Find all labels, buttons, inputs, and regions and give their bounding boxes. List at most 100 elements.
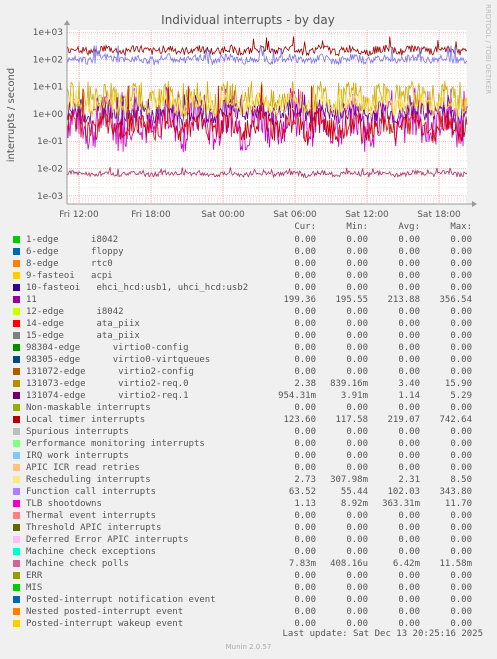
legend-label: Deferred Error APIC interrupts [26, 535, 189, 545]
legend-min-value: 0.00 [346, 331, 368, 341]
legend-cur-value: 0.00 [294, 451, 316, 461]
legend-max-value: 0.00 [450, 463, 472, 473]
legend-header-avg: Avg: [398, 222, 420, 232]
legend-label: Thermal event interrupts [26, 511, 157, 521]
legend-avg-value: 0.00 [398, 247, 420, 257]
legend-row: Deferred Error APIC interrupts 0.00 0.00 0.… [0, 534, 497, 546]
legend-cur-value: 0.00 [294, 343, 316, 353]
legend-label: Nested posted-interrupt event [26, 607, 184, 617]
legend-cur-value: 7.83m [288, 559, 316, 569]
legend-min-value: 0.00 [346, 271, 368, 281]
legend-cur-value: 0.00 [294, 571, 316, 581]
legend-label: Spurious interrupts [26, 427, 129, 437]
legend-label: 15-edge ata_piix [26, 331, 140, 341]
legend-cur-value: 63.52 [288, 487, 316, 497]
x-tick-label: Sat 18:00 [417, 210, 461, 220]
x-tick-label: Sat 00:00 [201, 210, 245, 220]
legend-avg-value: 2.31 [398, 475, 420, 485]
legend-row: 12-edge i8042 0.00 0.00 0.00 0.00 [0, 306, 497, 318]
legend-swatch [13, 500, 20, 507]
legend-row: Posted-interrupt notification event 0.00 0… [0, 594, 497, 606]
legend-swatch [13, 608, 20, 615]
legend-avg-value: 0.00 [398, 571, 420, 581]
legend-max-value: 15.90 [444, 379, 472, 389]
legend-swatch [13, 272, 20, 279]
legend-swatch [13, 296, 20, 303]
legend-min-value: 0.00 [346, 523, 368, 533]
legend-max-value: 0.00 [450, 235, 472, 245]
legend-min-value: 408.16u [330, 559, 368, 569]
legend-max-value: 0.00 [450, 307, 472, 317]
legend-label: Local timer interrupts [26, 415, 146, 425]
legend-max-value: 0.00 [450, 535, 472, 545]
legend-row: MIS 0.00 0.00 0.00 0.00 [0, 582, 497, 594]
legend-avg-value: 0.00 [398, 463, 420, 473]
legend-label: Posted-interrupt notification event [26, 595, 216, 605]
legend-swatch [13, 404, 20, 411]
legend-swatch [13, 524, 20, 531]
legend-swatch [13, 344, 20, 351]
legend-avg-value: 219.07 [387, 415, 420, 425]
legend-row: 131072-edge virtio2-config 0.00 0.00 0.00 0.… [0, 366, 497, 378]
legend-max-value: 0.00 [450, 571, 472, 581]
legend-label: 131073-edge virtio2-req.0 [26, 379, 189, 389]
legend-cur-value: 0.00 [294, 547, 316, 557]
legend-avg-value: 0.00 [398, 511, 420, 521]
legend-avg-value: 0.00 [398, 427, 420, 437]
legend-label: IRQ work interrupts [26, 451, 129, 461]
legend-cur-value: 0.00 [294, 331, 316, 341]
legend-min-value: 0.00 [346, 259, 368, 269]
legend-min-value: 0.00 [346, 355, 368, 365]
legend-avg-value: 0.00 [398, 355, 420, 365]
legend-swatch [13, 380, 20, 387]
legend-cur-value: 0.00 [294, 319, 316, 329]
legend-cur-value: 2.73 [294, 475, 316, 485]
x-tick-label: Fri 18:00 [131, 210, 171, 220]
legend-avg-value: 0.00 [398, 595, 420, 605]
legend-max-value: 0.00 [450, 427, 472, 437]
legend-avg-value: 0.00 [398, 331, 420, 341]
legend-label: TLB shootdowns [26, 499, 102, 509]
legend-row: Thermal event interrupts 0.00 0.00 0.00 0.00 [0, 510, 497, 522]
legend-min-value: 0.00 [346, 547, 368, 557]
legend-max-value: 0.00 [450, 607, 472, 617]
legend-min-value: 0.00 [346, 571, 368, 581]
legend-cur-value: 123.60 [283, 415, 316, 425]
y-tick-label: 1e+03 [33, 28, 63, 38]
legend-swatch [13, 284, 20, 291]
legend-swatch [13, 392, 20, 399]
legend-avg-value: 0.00 [398, 259, 420, 269]
legend-swatch [13, 356, 20, 363]
legend-min-value: 0.00 [346, 607, 368, 617]
legend-cur-value: 0.00 [294, 427, 316, 437]
legend-row: 6-edge floppy 0.00 0.00 0.00 0.00 [0, 246, 497, 258]
legend-min-value: 55.44 [340, 487, 368, 497]
legend-min-value: 0.00 [346, 367, 368, 377]
legend-cur-value: 0.00 [294, 367, 316, 377]
legend-row: 1-edge i8042 0.00 0.00 0.00 0.00 [0, 234, 497, 246]
legend-max-value: 742.64 [439, 415, 472, 425]
legend-avg-value: 0.00 [398, 403, 420, 413]
legend-cur-value: 0.00 [294, 283, 316, 293]
legend-min-value: 307.98m [330, 475, 368, 485]
legend-row: Spurious interrupts 0.00 0.00 0.00 0.00 [0, 426, 497, 438]
legend-min-value: 0.00 [346, 283, 368, 293]
legend-min-value: 0.00 [346, 343, 368, 353]
legend-swatch [13, 368, 20, 375]
legend-swatch [13, 572, 20, 579]
legend-label: Rescheduling interrupts [26, 475, 151, 485]
legend-avg-value: 0.00 [398, 583, 420, 593]
legend-min-value: 0.00 [346, 511, 368, 521]
y-tick-label: 1e-01 [37, 137, 63, 147]
legend-swatch [13, 620, 20, 627]
legend-cur-value: 0.00 [294, 307, 316, 317]
legend-label: 98304-edge virtio0-config [26, 343, 189, 353]
legend-label: 8-edge rtc0 [26, 259, 113, 269]
legend-max-value: 0.00 [450, 439, 472, 449]
legend-swatch [13, 452, 20, 459]
legend-row: 131073-edge virtio2-req.0 2.38 839.16m 3.40… [0, 378, 497, 390]
legend-max-value: 0.00 [450, 247, 472, 257]
legend-avg-value: 0.00 [398, 367, 420, 377]
legend-cur-value: 0.00 [294, 583, 316, 593]
legend-max-value: 0.00 [450, 547, 472, 557]
